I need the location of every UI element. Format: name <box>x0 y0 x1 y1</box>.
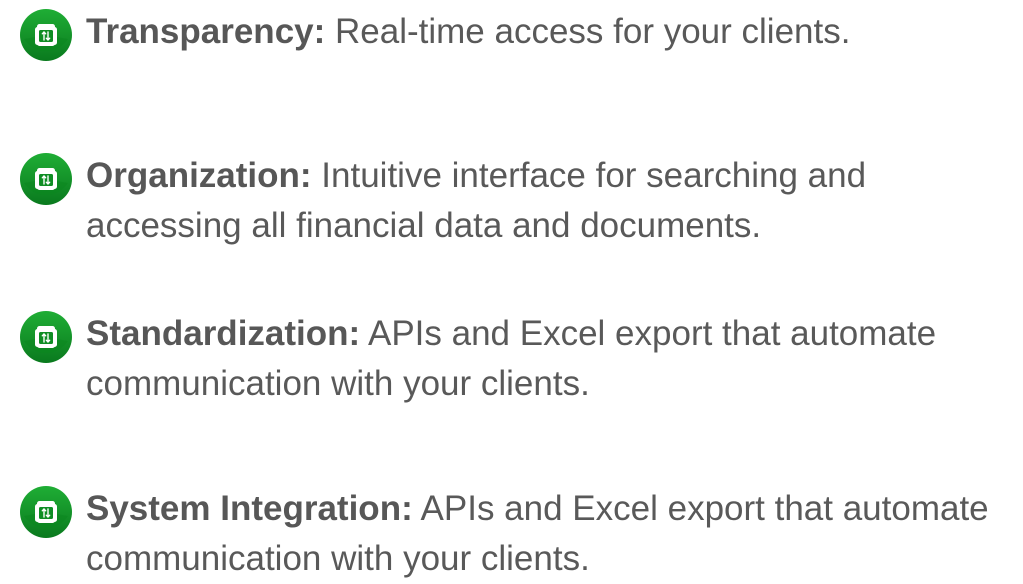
feature-title: Standardization: <box>86 314 361 353</box>
feature-text: Standardization: APIs and Excel export t… <box>86 309 1020 409</box>
feature-item-organization: Organization: Intuitive interface for se… <box>20 151 1020 251</box>
feature-item-transparency: Transparency: Real-time access for your … <box>20 7 1020 61</box>
feature-item-system-integration: System Integration: APIs and Excel expor… <box>20 484 1020 584</box>
feature-title: Transparency: <box>86 12 326 51</box>
feature-text: Organization: Intuitive interface for se… <box>86 151 1020 251</box>
feature-title: System Integration: <box>86 489 413 528</box>
feature-text: Transparency: Real-time access for your … <box>86 7 1020 57</box>
wallet-transfer-icon <box>20 486 72 538</box>
wallet-transfer-icon <box>20 9 72 61</box>
wallet-transfer-icon <box>20 311 72 363</box>
feature-item-standardization: Standardization: APIs and Excel export t… <box>20 309 1020 409</box>
wallet-transfer-icon <box>20 153 72 205</box>
feature-text: System Integration: APIs and Excel expor… <box>86 484 1020 584</box>
feature-description: Real-time access for your clients. <box>335 12 851 51</box>
feature-title: Organization: <box>86 156 312 195</box>
